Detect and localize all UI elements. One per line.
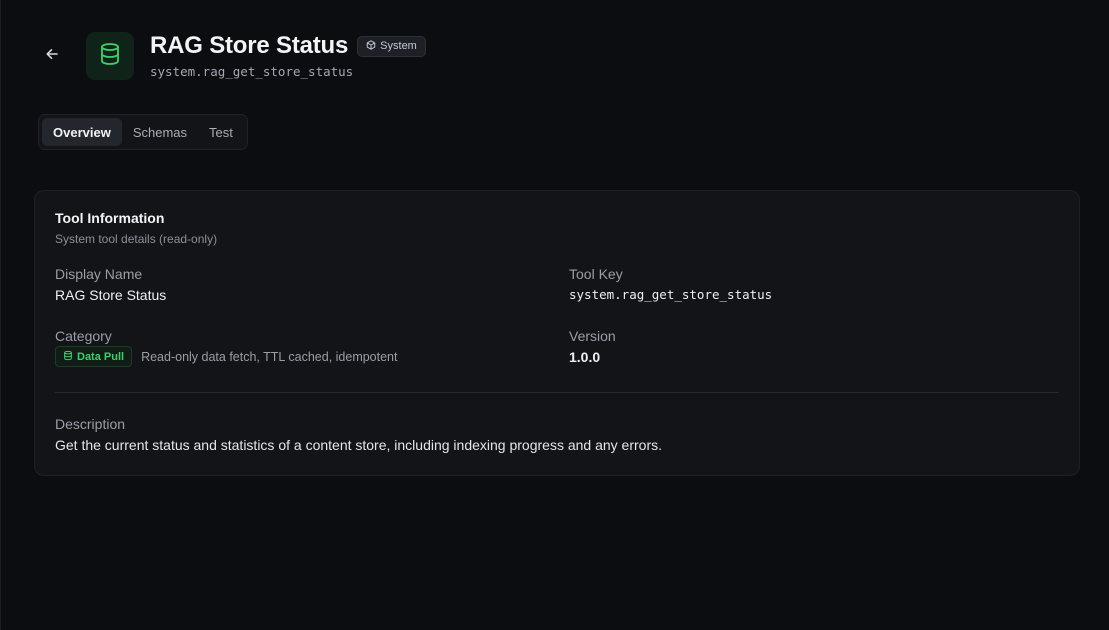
category-label: Category [55, 328, 112, 344]
back-button[interactable] [39, 43, 65, 69]
box-icon [366, 39, 376, 53]
description-value: Get the current status and statistics of… [55, 437, 662, 453]
tab-bar: Overview Schemas Test [38, 114, 248, 150]
tool-key-label: Tool Key [569, 266, 623, 282]
version-label: Version [569, 328, 616, 344]
tab-test[interactable]: Test [198, 118, 244, 146]
arrow-left-icon [45, 47, 59, 66]
card-title: Tool Information [55, 210, 165, 226]
tab-overview[interactable]: Overview [42, 118, 122, 146]
category-badge: Data Pull [55, 346, 133, 367]
tab-schemas[interactable]: Schemas [122, 118, 198, 146]
system-badge: System [357, 35, 426, 57]
tool-key-subtitle: system.rag_get_store_status [150, 64, 354, 79]
card-subtitle: System tool details (read-only) [55, 232, 218, 246]
tool-icon [86, 32, 134, 80]
display-name-label: Display Name [55, 266, 143, 282]
tool-key-value: system.rag_get_store_status [569, 287, 773, 302]
title-row: RAG Store Status System [150, 32, 426, 60]
system-badge-label: System [380, 40, 417, 52]
tool-information-card: Tool Information System tool details (re… [34, 190, 1080, 476]
database-icon [98, 42, 122, 71]
divider [55, 392, 1059, 393]
category-description: Read-only data fetch, TTL cached, idempo… [141, 349, 398, 364]
page-title: RAG Store Status [150, 32, 349, 59]
category-badge-label: Data Pull [77, 350, 125, 363]
tool-detail-page: RAG Store Status System system.rag_get_s… [0, 0, 1109, 630]
database-icon [63, 350, 73, 364]
display-name-value: RAG Store Status [55, 287, 167, 303]
description-label: Description [55, 416, 126, 432]
category-row: Data Pull Read-only data fetch, TTL cach… [55, 346, 397, 367]
version-value: 1.0.0 [569, 349, 601, 365]
